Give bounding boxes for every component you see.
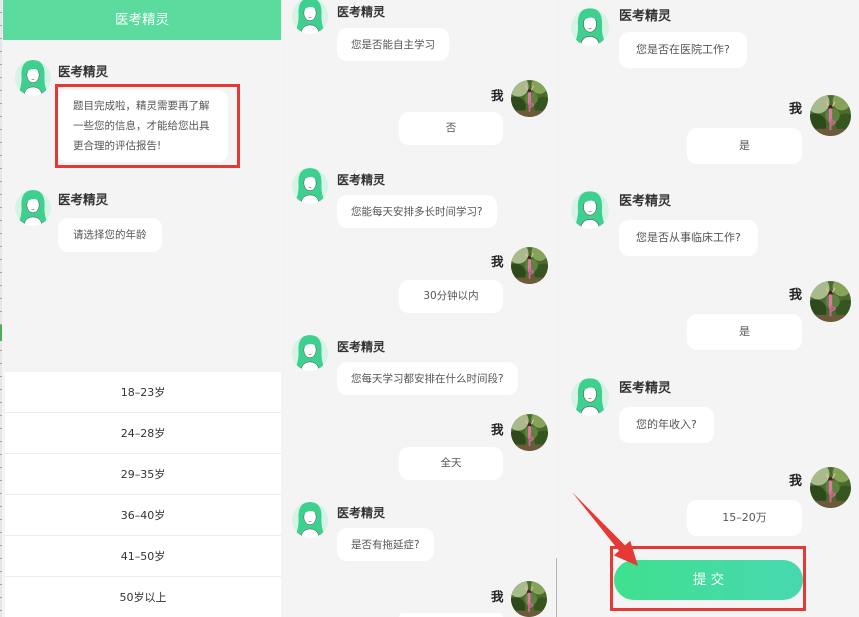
girl-avatar-graphic (15, 190, 51, 226)
bot-message-bubble: 请选择您的年龄 (58, 218, 162, 252)
user-avatar (810, 95, 851, 136)
girl-avatar-graphic (292, 168, 328, 204)
bot-message-bubble: 您是否从事临床工作? (619, 220, 758, 256)
editor-ruler-strip (0, 0, 2, 617)
user-message-bubble: 15–20万 (687, 500, 802, 536)
user-sender-name: 我 (491, 254, 504, 269)
user-avatar (810, 281, 851, 322)
bot-sender-name: 医考精灵 (337, 173, 386, 187)
user-message-bubble: 全天 (399, 447, 503, 480)
user-sender-name: 我 (491, 88, 504, 103)
user-photo-graphic (511, 247, 548, 284)
user-avatar (511, 581, 547, 617)
bot-avatar-icon (292, 330, 328, 372)
girl-avatar-graphic (292, 335, 328, 371)
bot-avatar-icon (570, 186, 610, 230)
red-arrow-icon (572, 492, 638, 566)
user-message-bubble: 否 (399, 112, 503, 145)
chat-screen-work-questions: 医考精灵 您是否在医院工作? 我 是 医考精灵 您是否从事临床工作? 我 是 医… (560, 0, 859, 617)
girl-avatar-graphic (571, 8, 609, 46)
user-sender-name: 我 (789, 288, 803, 303)
age-option[interactable]: 29–35岁 (5, 454, 281, 495)
user-sender-name: 我 (491, 589, 504, 604)
bot-sender-name: 医考精灵 (337, 340, 386, 354)
chat-screen-study-questions: 医考精灵 您是否能自主学习 我 否 医考精灵 您能每天安排多长时间学习? 我 3… (285, 0, 557, 617)
user-message-bubble: 是 (687, 314, 802, 350)
girl-avatar-graphic (292, 0, 328, 34)
age-option[interactable]: 41–50岁 (5, 536, 281, 577)
age-option[interactable]: 18–23岁 (5, 372, 281, 413)
girl-avatar-graphic (15, 60, 51, 96)
bot-message-bubble: 您是否在医院工作? (619, 32, 747, 68)
bot-avatar-icon (15, 185, 51, 227)
user-photo-graphic (810, 281, 851, 322)
chat-screen-age-question: 医考精灵 医考精灵 题目完成啦，精灵需要再了解一些您的信息，才能给您出具更合理的… (3, 0, 281, 617)
age-option-list: 18–23岁 24–28岁 29–35岁 36–40岁 41–50岁 50岁以上 (5, 372, 281, 617)
user-sender-name: 我 (789, 474, 803, 489)
user-avatar (810, 467, 851, 508)
scroll-divider-line (556, 558, 557, 617)
bot-avatar-icon (292, 163, 328, 205)
user-avatar (511, 247, 548, 284)
user-photo-graphic (511, 80, 548, 117)
bot-message-bubble: 您每天学习都安排在什么时间段? (337, 362, 518, 395)
age-option[interactable]: 50岁以上 (5, 577, 281, 617)
user-message-bubble: 是 (687, 128, 802, 164)
girl-avatar-graphic (292, 502, 328, 538)
user-avatar (511, 414, 548, 451)
bot-sender-name: 医考精灵 (337, 506, 386, 520)
ruler-marker (0, 325, 2, 341)
bot-sender-name: 医考精灵 (619, 194, 672, 209)
bot-avatar-icon (570, 3, 610, 47)
user-avatar (511, 80, 548, 117)
page-title: 医考精灵 (3, 0, 281, 40)
bot-sender-name: 医考精灵 (619, 9, 672, 24)
user-photo-graphic (810, 467, 851, 508)
bot-sender-name: 医考精灵 (58, 192, 109, 207)
annotation-highlight-box (55, 84, 240, 168)
age-option[interactable]: 24–28岁 (5, 413, 281, 454)
girl-avatar-graphic (571, 378, 609, 416)
bot-sender-name: 医考精灵 (337, 5, 386, 19)
bot-avatar-icon (292, 0, 328, 35)
user-sender-name: 我 (789, 102, 803, 117)
bot-sender-name: 医考精灵 (58, 64, 109, 79)
user-sender-name: 我 (491, 422, 504, 437)
age-option[interactable]: 36–40岁 (5, 495, 281, 536)
user-message-bubble: 30分钟以内 (399, 280, 503, 313)
bot-avatar-icon (570, 373, 610, 417)
bot-avatar-icon (15, 55, 51, 97)
user-photo-graphic (511, 581, 547, 617)
bot-message-bubble: 您是否能自主学习 (337, 28, 449, 61)
user-message-bubble-partial (399, 613, 503, 617)
user-photo-graphic (810, 95, 851, 136)
user-photo-graphic (511, 414, 548, 451)
bot-sender-name: 医考精灵 (619, 381, 672, 396)
girl-avatar-graphic (571, 191, 609, 229)
bot-message-bubble: 您能每天安排多长时间学习? (337, 195, 497, 228)
bot-message-bubble: 您的年收入? (619, 407, 714, 443)
bot-message-bubble: 是否有拖延症? (337, 528, 434, 561)
bot-avatar-icon (292, 497, 328, 539)
